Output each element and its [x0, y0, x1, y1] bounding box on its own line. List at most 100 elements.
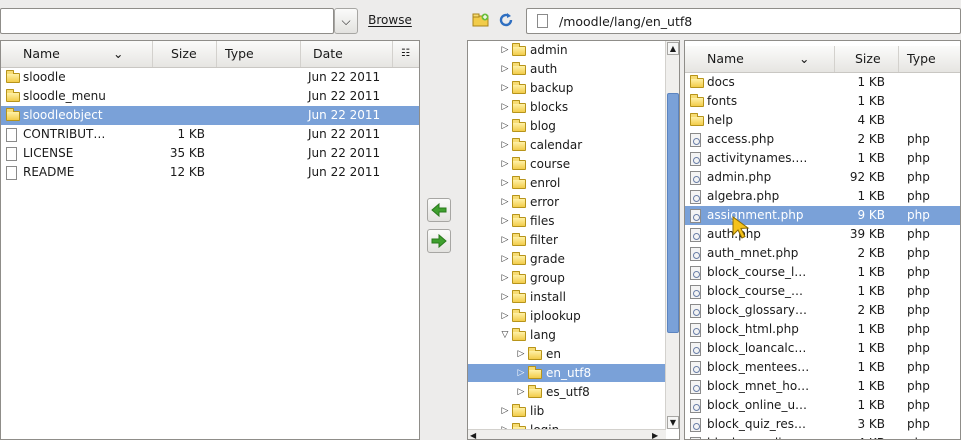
expand-arrow-icon[interactable]: ▷	[500, 269, 510, 287]
scroll-down-button[interactable]: ▼	[667, 416, 679, 429]
remote-file-row[interactable]: activitynames.… 1 KB php	[685, 149, 960, 168]
remote-file-row[interactable]: block_mnet_ho… 1 KB php	[685, 377, 960, 396]
expand-arrow-icon[interactable]: ▷	[500, 288, 510, 306]
expand-arrow-icon[interactable]: ▷	[500, 231, 510, 249]
tree-item-lang[interactable]: ▽ lang	[468, 326, 665, 344]
tree-item-course[interactable]: ▷ course	[468, 155, 665, 173]
local-file-row[interactable]: sloodle_menu Jun 22 2011	[1, 87, 419, 106]
local-file-row[interactable]: LICENSE 35 KB Jun 22 2011	[1, 144, 419, 163]
tree-label: iplookup	[530, 309, 581, 323]
expand-arrow-icon[interactable]: ▷	[500, 79, 510, 97]
col-name[interactable]: Name ⌄	[1, 41, 153, 67]
folder-icon	[512, 138, 526, 151]
scroll-thumb[interactable]	[667, 93, 679, 333]
remote-file-row[interactable]: block_loancalc… 1 KB php	[685, 339, 960, 358]
local-path-input[interactable]	[0, 8, 334, 34]
tree-item-iplookup[interactable]: ▷ iplookup	[468, 307, 665, 325]
tree-item-enrol[interactable]: ▷ enrol	[468, 174, 665, 192]
tree-vertical-scrollbar[interactable]: ▲ ▼	[665, 41, 679, 429]
remote-file-row[interactable]: auth_mnet.php 2 KB php	[685, 244, 960, 263]
local-file-list[interactable]: Name ⌄ Size Type Date ☷ sloodle Jun 22 201…	[0, 40, 420, 440]
scroll-up-button[interactable]: ▲	[667, 42, 679, 55]
tree-item-lib[interactable]: ▷ lib	[468, 402, 665, 420]
expand-arrow-icon[interactable]: ▷	[500, 193, 510, 211]
scroll-left-button[interactable]: ◀	[470, 431, 480, 439]
tree-item-grade[interactable]: ▷ grade	[468, 250, 665, 268]
expand-arrow-icon[interactable]: ▷	[500, 307, 510, 325]
tree-item-error[interactable]: ▷ error	[468, 193, 665, 211]
tree-item-en-utf8[interactable]: ▷ en_utf8	[468, 364, 665, 382]
col-type[interactable]: Type	[217, 41, 301, 67]
expand-arrow-icon[interactable]: ▷	[500, 136, 510, 154]
expanded-arrow-icon[interactable]: ▽	[500, 326, 510, 344]
folder-icon	[690, 113, 704, 126]
expand-arrow-icon[interactable]: ▷	[500, 60, 510, 78]
expand-arrow-icon[interactable]: ▷	[500, 212, 510, 230]
expand-arrow-icon[interactable]: ▷	[516, 364, 526, 382]
tree-item-admin[interactable]: ▷ admin	[468, 41, 665, 59]
tree-item-filter[interactable]: ▷ filter	[468, 231, 665, 249]
remote-file-row[interactable]: block_course_l… 1 KB php	[685, 263, 960, 282]
upload-button[interactable]	[427, 198, 451, 222]
remote-file-row[interactable]: block_quiz_res… 3 KB php	[685, 415, 960, 434]
file-name: LICENSE	[23, 146, 74, 160]
expand-arrow-icon[interactable]: ▷	[500, 98, 510, 116]
tree-item-calendar[interactable]: ▷ calendar	[468, 136, 665, 154]
scroll-right-button[interactable]: ▶	[652, 431, 662, 439]
local-file-row[interactable]: README 12 KB Jun 22 2011	[1, 163, 419, 182]
new-folder-button[interactable]	[472, 12, 490, 28]
col-date[interactable]: Date	[301, 41, 393, 67]
tree-horizontal-scrollbar[interactable]: ◀ ▶	[468, 429, 666, 439]
browse-button[interactable]: Browse	[360, 8, 420, 34]
file-size: 9 KB	[857, 208, 885, 222]
remote-file-row[interactable]: block_online_u… 1 KB php	[685, 396, 960, 415]
tree-item-files[interactable]: ▷ files	[468, 212, 665, 230]
expand-arrow-icon[interactable]: ▷	[500, 402, 510, 420]
remote-file-row[interactable]: admin.php 92 KB php	[685, 168, 960, 187]
remote-file-row[interactable]: block_html.php 1 KB php	[685, 320, 960, 339]
expand-arrow-icon[interactable]: ▷	[500, 174, 510, 192]
expand-arrow-icon[interactable]: ▷	[500, 41, 510, 59]
local-file-row[interactable]: CONTRIBUT… 1 KB Jun 22 2011	[1, 125, 419, 144]
remote-file-row[interactable]: assignment.php 9 KB php	[685, 206, 960, 225]
remote-file-row[interactable]: access.php 2 KB php	[685, 130, 960, 149]
tree-item-backup[interactable]: ▷ backup	[468, 79, 665, 97]
tree-item-auth[interactable]: ▷ auth	[468, 60, 665, 78]
remote-path-field[interactable]: /moodle/lang/en_utf8	[526, 8, 961, 34]
tree-item-group[interactable]: ▷ group	[468, 269, 665, 287]
tree-item-en[interactable]: ▷ en	[468, 345, 665, 363]
expand-arrow-icon[interactable]: ▷	[516, 345, 526, 363]
col-size[interactable]: Size	[153, 41, 217, 67]
tree-item-blocks[interactable]: ▷ blocks	[468, 98, 665, 116]
expand-arrow-icon[interactable]: ▷	[500, 250, 510, 268]
remote-col-type[interactable]: Type	[899, 46, 960, 72]
local-file-row[interactable]: sloodle Jun 22 2011	[1, 68, 419, 87]
path-dropdown-button[interactable]: ⌵	[334, 8, 358, 34]
remote-file-row[interactable]: algebra.php 1 KB php	[685, 187, 960, 206]
folder-icon	[528, 347, 542, 360]
remote-file-row[interactable]: block_rss_clie…4 KB php	[685, 434, 960, 439]
refresh-button[interactable]	[497, 11, 515, 29]
remote-file-row[interactable]: docs 1 KB	[685, 73, 960, 92]
tree-item-blog[interactable]: ▷ blog	[468, 117, 665, 135]
folder-icon	[512, 252, 526, 265]
remote-file-row[interactable]: fonts 1 KB	[685, 92, 960, 111]
remote-file-row[interactable]: help 4 KB	[685, 111, 960, 130]
column-chooser-button[interactable]: ☷	[393, 41, 419, 67]
local-file-row[interactable]: sloodleobject Jun 22 2011	[1, 106, 419, 125]
tree-item-es-utf8[interactable]: ▷ es_utf8	[468, 383, 665, 401]
remote-file-row[interactable]: auth.php 39 KB php	[685, 225, 960, 244]
directory-tree[interactable]: ▷ admin ▷ auth ▷ backup ▷ blocks ▷ blog ▷ calendar ▷…	[467, 40, 680, 440]
remote-file-list[interactable]: Name ⌄ Size Type docs 1 KB fonts 1 KB help 4 K…	[684, 40, 961, 440]
expand-arrow-icon[interactable]: ▷	[500, 155, 510, 173]
download-button[interactable]	[427, 229, 451, 253]
remote-col-name[interactable]: Name ⌄	[685, 46, 835, 72]
file-date: Jun 22 2011	[308, 165, 381, 179]
remote-col-size[interactable]: Size	[835, 46, 899, 72]
remote-file-row[interactable]: block_glossary… 2 KB php	[685, 301, 960, 320]
remote-file-row[interactable]: block_course_… 1 KB php	[685, 282, 960, 301]
tree-item-install[interactable]: ▷ install	[468, 288, 665, 306]
remote-file-row[interactable]: block_mentees… 1 KB php	[685, 358, 960, 377]
expand-arrow-icon[interactable]: ▷	[516, 383, 526, 401]
expand-arrow-icon[interactable]: ▷	[500, 117, 510, 135]
